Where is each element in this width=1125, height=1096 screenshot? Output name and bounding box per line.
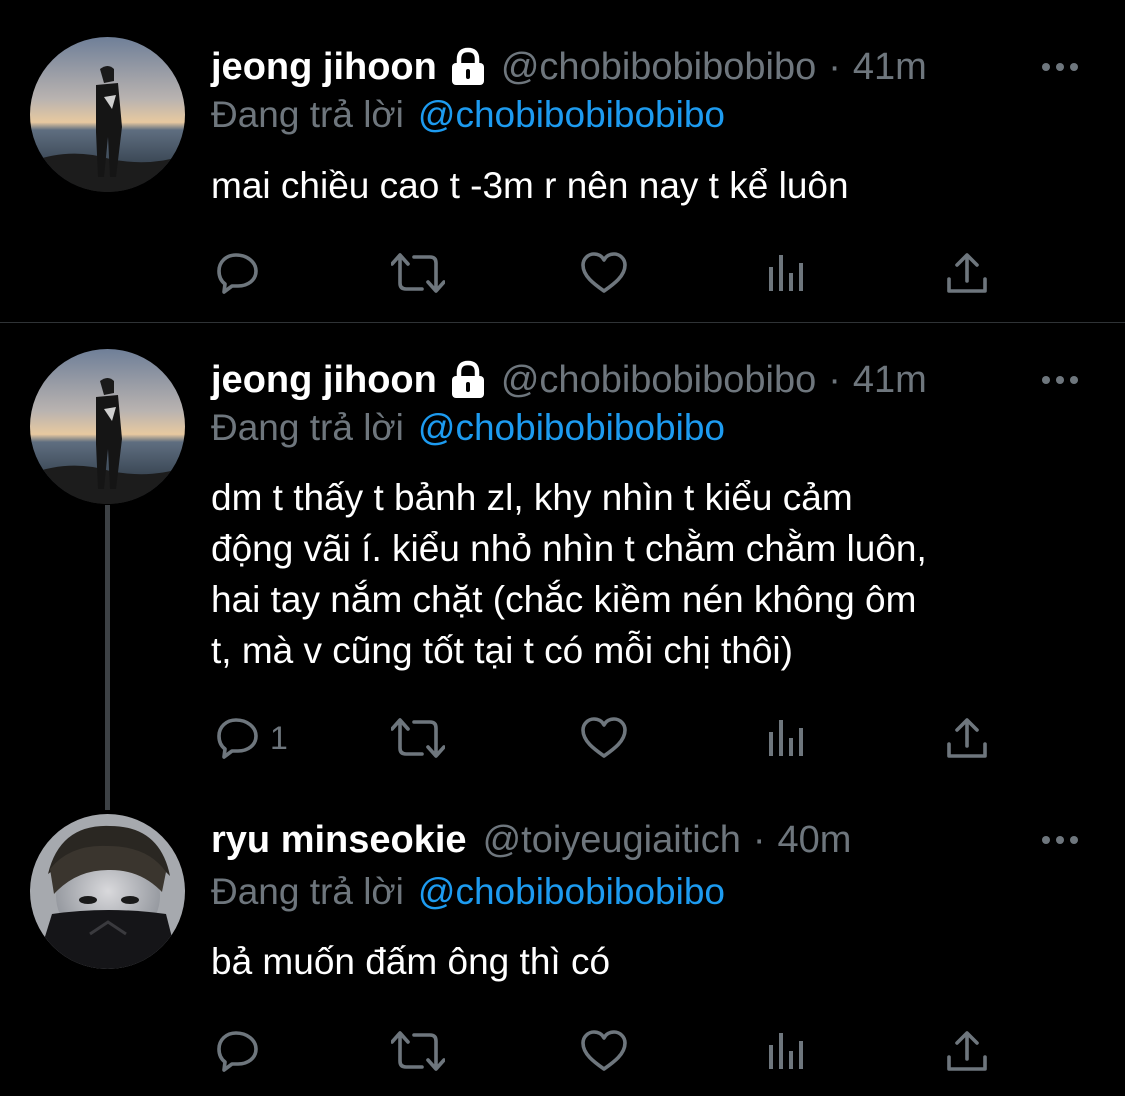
share-button[interactable] (945, 243, 989, 303)
replying-to: Đang trả lời @chobibobibobibo (211, 869, 725, 915)
timestamp[interactable]: 40m (777, 819, 851, 862)
reply-icon (216, 1029, 260, 1073)
action-bar (211, 243, 1001, 303)
analytics-icon (766, 716, 806, 760)
reply-button[interactable] (216, 243, 270, 303)
avatar-photo (30, 814, 185, 969)
tweet-1[interactable]: jeong jihoon @chobibobibobibo · 41m Đang… (0, 0, 1125, 322)
more-icon[interactable] (1035, 355, 1085, 405)
lock-icon (449, 47, 487, 87)
display-name[interactable]: ryu minseokie (211, 819, 467, 862)
lock-icon (449, 360, 487, 400)
analytics-icon (766, 251, 806, 295)
reply-button[interactable]: 1 (216, 708, 288, 768)
retweet-icon (391, 251, 445, 295)
separator-dot: · (752, 818, 766, 861)
retweet-button[interactable] (391, 708, 445, 768)
like-button[interactable] (580, 243, 628, 303)
replying-to-handle[interactable]: @chobibobibobibo (418, 407, 725, 449)
separator-dot: · (828, 358, 841, 401)
display-name[interactable]: jeong jihoon (211, 46, 437, 89)
separator-dot: · (828, 45, 841, 88)
reply-count: 1 (270, 719, 288, 756)
tweet-header: jeong jihoon @chobibobibobibo · 41m (211, 42, 1085, 92)
user-handle[interactable]: @chobibobibobibo (501, 359, 816, 402)
retweet-button[interactable] (391, 243, 445, 303)
share-icon (945, 251, 989, 295)
more-icon[interactable] (1035, 42, 1085, 92)
tweet-header: ryu minseokie @toiyeugiaitich · 40m (211, 815, 1085, 865)
timestamp[interactable]: 41m (853, 359, 927, 402)
tweet-header: jeong jihoon @chobibobibobibo · 41m (211, 355, 1085, 405)
like-button[interactable] (580, 1021, 628, 1081)
analytics-button[interactable] (766, 243, 806, 303)
tweet-text: mai chiều cao t -3m r nên nay t kể luôn (211, 165, 849, 206)
share-button[interactable] (945, 1021, 989, 1081)
more-icon[interactable] (1035, 815, 1085, 865)
avatar-photo (30, 349, 185, 504)
action-bar: 1 (211, 708, 1001, 768)
timestamp[interactable]: 41m (853, 46, 927, 89)
share-button[interactable] (945, 708, 989, 768)
tweet-text: dm t thấy t bảnh zl, khy nhìn t kiểu cảm… (211, 477, 927, 671)
tweet-text: bả muốn đấm ông thì có (211, 941, 611, 982)
user-handle[interactable]: @toiyeugiaitich (483, 819, 741, 862)
replying-to-label: Đang trả lời (211, 407, 404, 448)
like-icon (580, 716, 628, 760)
tweet-2[interactable]: jeong jihoon @chobibobibobibo · 41m Đang… (0, 323, 1125, 783)
share-icon (945, 716, 989, 760)
avatar-photo (30, 37, 185, 192)
replying-to-handle[interactable]: @chobibobibobibo (418, 871, 725, 913)
action-bar (211, 1021, 1001, 1081)
share-icon (945, 1029, 989, 1073)
reply-icon (216, 716, 260, 760)
avatar[interactable] (30, 37, 185, 192)
replying-to-label: Đang trả lời (211, 94, 404, 135)
like-icon (580, 251, 628, 295)
like-button[interactable] (580, 708, 628, 768)
replying-to: Đang trả lời @chobibobibobibo (211, 405, 725, 451)
retweet-icon (391, 1029, 445, 1073)
retweet-button[interactable] (391, 1021, 445, 1081)
replying-to-label: Đang trả lời (211, 871, 404, 912)
replying-to: Đang trả lời @chobibobibobibo (211, 92, 725, 138)
replying-to-handle[interactable]: @chobibobibobibo (418, 94, 725, 136)
analytics-button[interactable] (766, 708, 806, 768)
reply-icon (216, 251, 260, 295)
display-name[interactable]: jeong jihoon (211, 359, 437, 402)
analytics-icon (766, 1029, 806, 1073)
user-handle[interactable]: @chobibobibobibo (501, 46, 816, 89)
analytics-button[interactable] (766, 1021, 806, 1081)
avatar[interactable] (30, 349, 185, 504)
like-icon (580, 1029, 628, 1073)
retweet-icon (391, 716, 445, 760)
tweet-3[interactable]: ryu minseokie @toiyeugiaitich · 40m Đang… (0, 783, 1125, 1096)
avatar[interactable] (30, 814, 185, 969)
reply-button[interactable] (216, 1021, 270, 1081)
